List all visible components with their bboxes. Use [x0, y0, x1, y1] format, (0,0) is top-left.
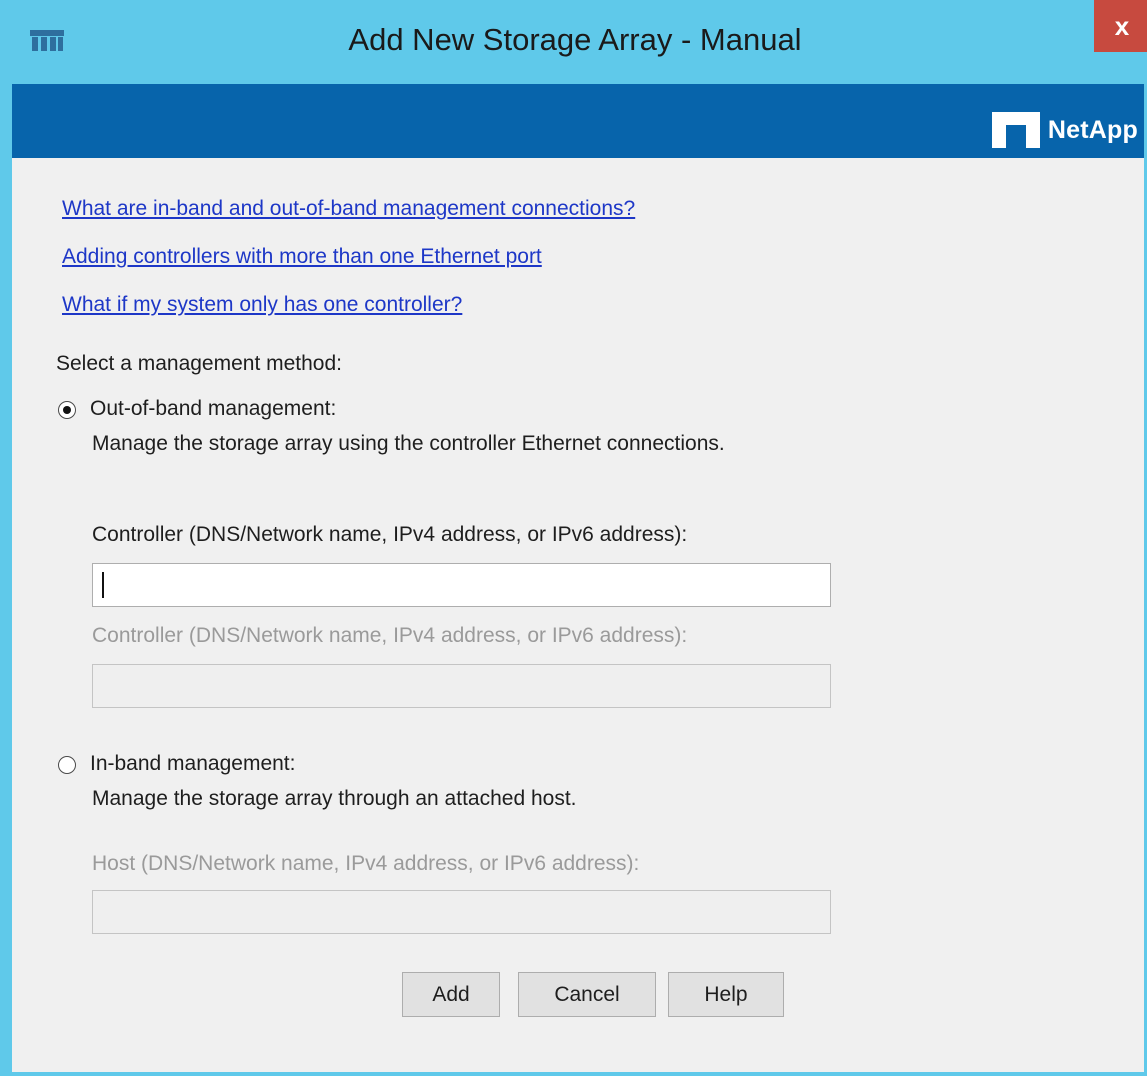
add-storage-array-dialog: Add New Storage Array - Manual x NetApp …: [0, 0, 1147, 1076]
in-band-description: Manage the storage array through an atta…: [92, 787, 577, 810]
title-bar[interactable]: Add New Storage Array - Manual x: [0, 0, 1147, 84]
logo-text: NetApp: [1047, 115, 1138, 144]
window-title: Add New Storage Array - Manual: [348, 22, 802, 57]
help-link-ethernet-ports[interactable]: Adding controllers with more than one Et…: [62, 245, 542, 269]
netapp-banner: NetApp: [12, 84, 1144, 158]
out-of-band-radio[interactable]: [58, 401, 76, 419]
close-button[interactable]: x: [1094, 0, 1147, 52]
help-link-one-controller[interactable]: What if my system only has one controlle…: [62, 293, 462, 317]
add-button[interactable]: Add: [402, 972, 500, 1017]
method-prompt: Select a management method:: [56, 352, 343, 375]
controller1-label: Controller (DNS/Network name, IPv4 addre…: [92, 523, 688, 546]
host-input[interactable]: [92, 890, 831, 934]
controller2-input[interactable]: [92, 664, 831, 708]
in-band-label[interactable]: In-band management:: [90, 752, 295, 776]
controller2-label: Controller (DNS/Network name, IPv4 addre…: [92, 624, 688, 647]
text-cursor: [102, 572, 104, 598]
cancel-button[interactable]: Cancel: [518, 972, 656, 1017]
help-link-connections[interactable]: What are in-band and out-of-band managem…: [62, 197, 635, 221]
netapp-logo: NetApp: [991, 112, 1138, 148]
help-button[interactable]: Help: [668, 972, 784, 1017]
controller1-field-wrap: [92, 563, 831, 607]
out-of-band-label[interactable]: Out-of-band management:: [90, 397, 336, 421]
in-band-radio[interactable]: [58, 756, 76, 774]
out-of-band-description: Manage the storage array using the contr…: [92, 432, 725, 455]
host-label: Host (DNS/Network name, IPv4 address, or…: [92, 852, 640, 875]
netapp-logo-icon: [991, 112, 1040, 148]
controller1-input[interactable]: [92, 563, 831, 607]
